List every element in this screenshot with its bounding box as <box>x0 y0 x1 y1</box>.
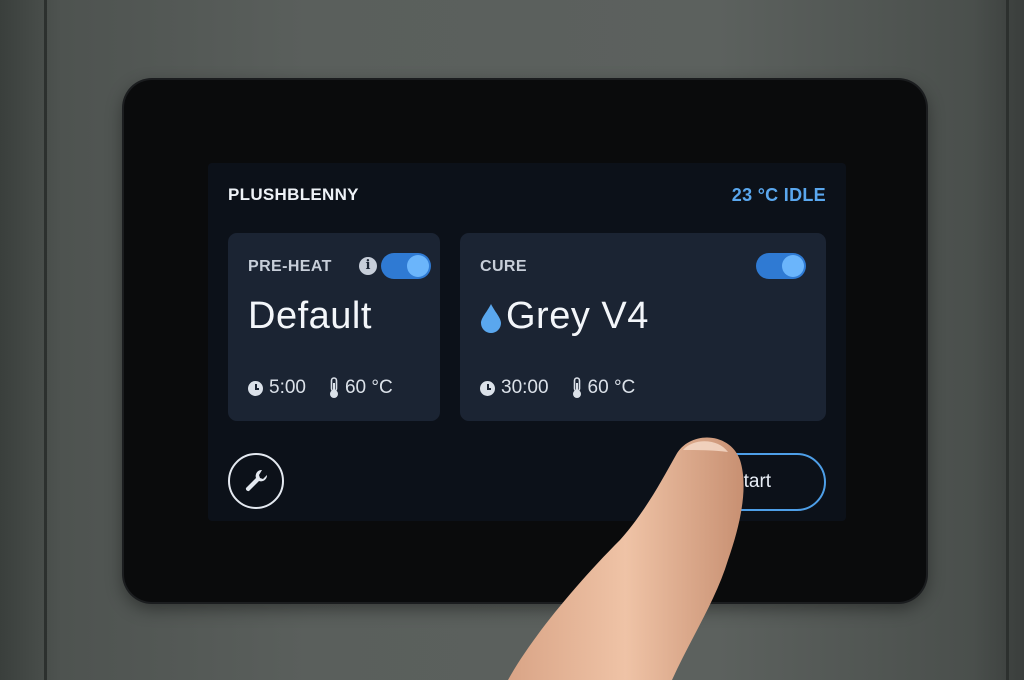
clock-icon <box>248 380 263 396</box>
touch-screen: PLUSHBLENNY 23 °C IDLE PRE-HEAT i Defaul… <box>208 163 846 521</box>
preheat-label: PRE-HEAT <box>248 258 332 275</box>
preheat-temperature: 60 °C <box>344 377 393 398</box>
cure-temperature: 60 °C <box>587 377 636 398</box>
preheat-settings: 5:00 60 °C <box>248 377 393 399</box>
thermometer-icon <box>572 377 581 398</box>
wrench-icon <box>245 469 268 492</box>
thermometer-icon <box>329 377 338 398</box>
info-icon[interactable]: i <box>359 257 377 275</box>
clock-icon <box>480 380 495 396</box>
status-readout: 23 °C IDLE <box>731 185 826 205</box>
cure-card[interactable]: CURE Grey V4 30:00 60 °C <box>460 233 826 421</box>
cure-toggle[interactable] <box>756 253 806 279</box>
preheat-card[interactable]: PRE-HEAT i Default 5:00 60 °C <box>228 233 440 421</box>
cure-resin: Grey V4 <box>480 295 649 338</box>
droplet-icon <box>481 303 501 333</box>
preheat-toggle[interactable] <box>381 253 431 279</box>
preheat-time: 5:00 <box>269 377 306 398</box>
toggle-knob <box>407 255 429 277</box>
cure-settings: 30:00 60 °C <box>480 377 635 399</box>
device-name: PLUSHBLENNY <box>228 185 359 204</box>
toggle-knob <box>782 255 804 277</box>
enclosure-seam-right <box>1006 0 1009 680</box>
settings-button[interactable] <box>228 453 284 509</box>
cure-label: CURE <box>480 258 527 275</box>
preheat-profile: Default <box>248 295 372 337</box>
resin-name: Grey V4 <box>506 295 649 337</box>
start-button[interactable]: Start <box>676 453 826 511</box>
cure-time: 30:00 <box>501 377 549 398</box>
enclosure-seam-left <box>44 0 47 680</box>
